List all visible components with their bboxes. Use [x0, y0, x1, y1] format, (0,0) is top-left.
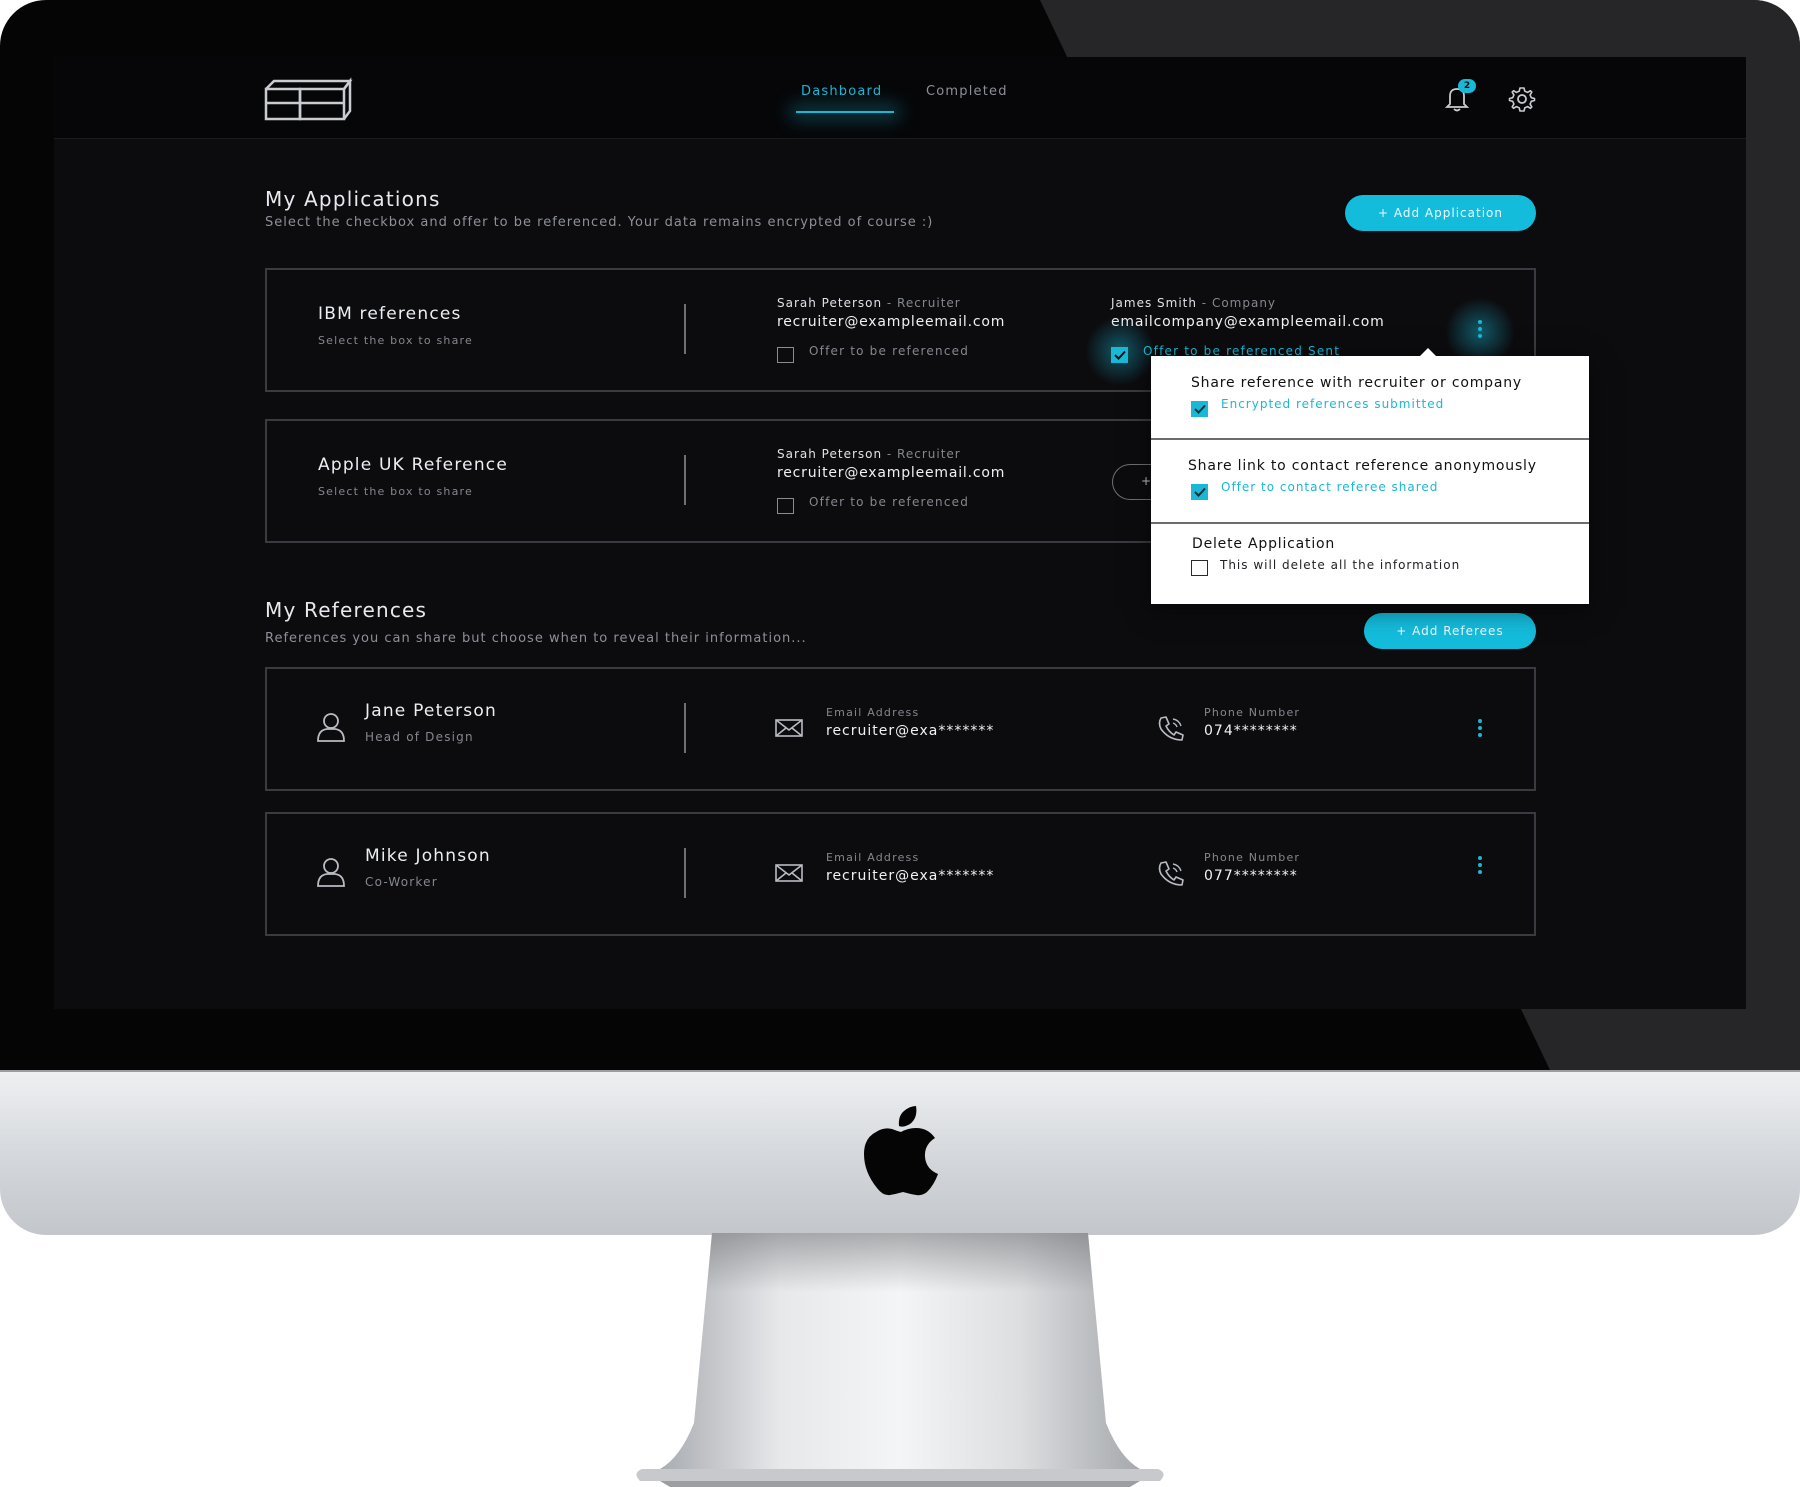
card-divider: [684, 848, 686, 898]
reference-card-mike-johnson: Mike Johnson Co-Worker Email Address rec…: [265, 812, 1536, 936]
envelope-icon: [775, 719, 803, 737]
phone-icon: [1158, 861, 1184, 886]
application-subtitle: Select the box to share: [318, 485, 473, 498]
references-heading: My References: [265, 598, 428, 622]
app-logo-icon[interactable]: [264, 77, 360, 121]
tab-dashboard[interactable]: Dashboard: [801, 84, 882, 99]
recruiter-offer-checkbox[interactable]: [777, 498, 794, 514]
app-screen: Dashboard Completed 2 My Applications Se…: [54, 57, 1746, 1009]
add-referees-button[interactable]: + Add Referees: [1364, 613, 1536, 649]
recruiter-offer-checkbox[interactable]: [777, 347, 794, 363]
monitor-stand: [636, 1233, 1164, 1487]
recruiter-email: recruiter@exampleemail.com: [777, 314, 1006, 330]
application-title: Apple UK Reference: [318, 455, 508, 475]
checkmark-icon: [1194, 404, 1206, 414]
application-options-menu: Share reference with recruiter or compan…: [1151, 348, 1589, 604]
recruiter-name: Sarah Peterson - Recruiter: [777, 296, 961, 310]
menu-item-title: Share reference with recruiter or compan…: [1191, 375, 1522, 391]
company-contact-email: emailcompany@exampleemail.com: [1111, 314, 1385, 330]
share-reference-checkbox[interactable]: [1191, 401, 1208, 417]
gear-icon[interactable]: [1508, 85, 1536, 113]
reference-card-jane-peterson: Jane Peterson Head of Design Email Addre…: [265, 667, 1536, 791]
phone-icon: [1158, 716, 1184, 741]
application-title: IBM references: [318, 304, 462, 324]
apple-logo-icon: [864, 1106, 938, 1196]
email-label: Email Address: [826, 851, 920, 864]
card-divider: [684, 455, 686, 505]
menu-item-delete-application[interactable]: Delete Application This will delete all …: [1151, 524, 1589, 604]
checkmark-icon: [1114, 350, 1126, 360]
reference-name: Jane Peterson: [365, 701, 497, 721]
checkmark-icon: [1194, 487, 1206, 497]
menu-item-share-link[interactable]: Share link to contact reference anonymou…: [1151, 440, 1589, 524]
recruiter-name: Sarah Peterson - Recruiter: [777, 447, 961, 461]
monitor-chin: [0, 1070, 1800, 1235]
reference-role: Head of Design: [365, 730, 474, 744]
company-contact-name: James Smith - Company: [1111, 296, 1277, 310]
tab-completed[interactable]: Completed: [926, 84, 1008, 99]
company-offer-checkbox[interactable]: [1111, 347, 1128, 363]
reference-phone: 077********: [1204, 868, 1298, 884]
kebab-menu-icon[interactable]: [1475, 719, 1485, 741]
top-navigation-bar: Dashboard Completed 2: [54, 57, 1746, 139]
add-application-button[interactable]: + Add Application: [1345, 195, 1536, 231]
share-link-checkbox[interactable]: [1191, 484, 1208, 500]
recruiter-offer-label: Offer to be referenced: [809, 495, 970, 509]
email-label: Email Address: [826, 706, 920, 719]
reference-name: Mike Johnson: [365, 846, 491, 866]
person-icon: [317, 858, 345, 887]
card-divider: [684, 304, 686, 354]
person-icon: [317, 713, 345, 742]
delete-application-description: This will delete all the information: [1220, 558, 1461, 572]
menu-item-title: Share link to contact reference anonymou…: [1188, 458, 1537, 474]
card-divider: [684, 703, 686, 753]
share-link-status: Offer to contact referee shared: [1221, 480, 1439, 494]
phone-label: Phone Number: [1204, 706, 1301, 719]
reference-email: recruiter@exa*******: [826, 868, 995, 884]
menu-item-title: Delete Application: [1192, 536, 1336, 552]
reference-role: Co-Worker: [365, 875, 438, 889]
active-tab-indicator: [796, 111, 894, 113]
recruiter-email: recruiter@exampleemail.com: [777, 465, 1006, 481]
references-subtitle: References you can share but choose when…: [265, 631, 807, 646]
reference-phone: 074********: [1204, 723, 1298, 739]
recruiter-offer-label: Offer to be referenced: [809, 344, 970, 358]
kebab-menu-icon[interactable]: [1475, 320, 1485, 342]
notification-badge: 2: [1458, 79, 1476, 93]
kebab-menu-icon[interactable]: [1475, 856, 1485, 878]
delete-application-checkbox[interactable]: [1191, 560, 1208, 576]
menu-item-share-reference[interactable]: Share reference with recruiter or compan…: [1151, 356, 1589, 440]
envelope-icon: [775, 864, 803, 882]
phone-label: Phone Number: [1204, 851, 1301, 864]
applications-heading: My Applications: [265, 187, 441, 211]
applications-subtitle: Select the checkbox and offer to be refe…: [265, 215, 934, 230]
share-reference-status: Encrypted references submitted: [1221, 397, 1445, 411]
reference-email: recruiter@exa*******: [826, 723, 995, 739]
application-subtitle: Select the box to share: [318, 334, 473, 347]
